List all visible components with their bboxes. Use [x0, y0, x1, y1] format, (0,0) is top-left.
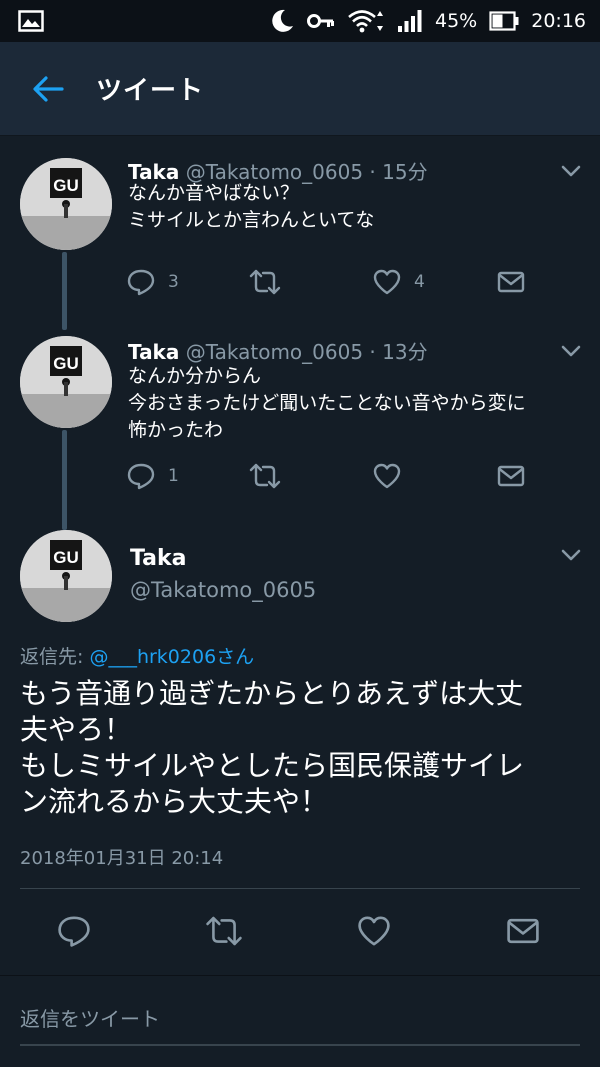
reply-to-line: 返信先: @___hrk0206さん — [20, 642, 254, 669]
tweet-actions: 1 — [126, 459, 556, 493]
battery-icon — [489, 11, 519, 31]
author-handle[interactable]: @Takatomo_0605 — [186, 340, 363, 364]
like-count: 4 — [414, 272, 425, 292]
avatar[interactable]: GU — [20, 530, 112, 622]
reply-count: 1 — [168, 466, 179, 486]
tweet-text-line: もう音通り過ぎたからとりあえずは大丈 — [20, 677, 524, 710]
heart-icon — [373, 269, 401, 295]
tweet-timestamp: 2018年01月31日 20:14 — [20, 848, 224, 869]
retweet-icon — [206, 916, 242, 946]
envelope-icon — [497, 271, 525, 293]
tweet-text-line: もしミサイルやとしたら国民保護サイレ — [20, 749, 525, 782]
like-button[interactable] — [372, 459, 414, 493]
retweet-button[interactable] — [248, 459, 294, 493]
reply-button[interactable]: 3 — [126, 265, 179, 299]
tweet-menu-button[interactable] — [558, 542, 584, 568]
app-bar: ツイート — [0, 42, 600, 136]
reply-button[interactable] — [56, 905, 92, 957]
chevron-down-icon — [561, 549, 581, 561]
retweet-button[interactable] — [248, 265, 294, 299]
heart-icon — [373, 463, 401, 489]
retweet-icon — [249, 269, 281, 295]
page-title: ツイート — [96, 76, 205, 106]
reply-button[interactable]: 1 — [126, 459, 179, 493]
avatar-logo-text: GU — [53, 354, 79, 373]
direct-message-button[interactable] — [505, 905, 541, 957]
tweet-text: なんか音やばない？ ミサイルとか言わんといてな — [128, 180, 568, 234]
status-bar: 45% 20:16 — [0, 0, 600, 42]
direct-message-button[interactable] — [496, 459, 526, 493]
reply-icon — [127, 269, 155, 296]
tweet-header: Taka @Takatomo_0605 · 13分 — [128, 336, 428, 365]
tweet-text-line: 今おさまったけど聞いたことない音やから変に — [128, 392, 526, 414]
reply-input[interactable]: 返信をツイート — [20, 990, 580, 1046]
reply-to-prefix: 返信先: — [20, 646, 90, 668]
main-tweet-actions — [0, 905, 600, 957]
tweet-time: 13分 — [382, 340, 428, 364]
wifi-icon — [348, 10, 383, 33]
reply-compose-area: 返信をツイート — [0, 975, 600, 1067]
tweet-menu-button[interactable] — [558, 338, 584, 364]
avatar-logo-text: GU — [53, 176, 79, 195]
like-button[interactable] — [356, 905, 392, 957]
reply-to-mention-link[interactable]: @___hrk0206さん — [89, 646, 254, 668]
thread-connector-line — [62, 252, 67, 330]
avatar[interactable]: GU — [20, 336, 112, 428]
separator-dot: · — [369, 340, 383, 364]
cellular-signal-icon — [398, 10, 422, 32]
reply-count: 3 — [168, 272, 179, 292]
envelope-icon — [507, 918, 539, 944]
author-name[interactable]: Taka — [130, 546, 187, 571]
battery-percent: 45% — [435, 10, 478, 32]
main-tweet-text: もう音通り過ぎたからとりあえずは大丈 夫やろ！ もしミサイルやとしたら国民保護サ… — [20, 676, 585, 820]
gallery-notification-icon — [18, 10, 44, 32]
retweet-button[interactable] — [204, 905, 244, 957]
tweet-text-line: 夫やろ！ — [20, 713, 133, 746]
author-handle[interactable]: @Takatomo_0605 — [130, 578, 316, 602]
like-button[interactable]: 4 — [372, 265, 425, 299]
clock: 20:16 — [531, 10, 586, 32]
tweet-text-line: なんか分からん — [128, 365, 262, 387]
reply-icon — [58, 916, 90, 947]
tweet-text-line: なんか音やばない？ — [128, 182, 300, 204]
vpn-key-icon — [307, 14, 334, 28]
direct-message-button[interactable] — [496, 265, 526, 299]
divider — [20, 888, 580, 889]
avatar-image: GU — [20, 336, 112, 428]
tweet-text: なんか分からん 今おさまったけど聞いたことない音やから変に 怖かったわ — [128, 363, 568, 444]
avatar-image: GU — [20, 158, 112, 250]
avatar-logo-text: GU — [53, 548, 79, 567]
envelope-icon — [497, 465, 525, 487]
avatar[interactable]: GU — [20, 158, 112, 250]
retweet-icon — [249, 463, 281, 489]
chevron-down-icon — [561, 345, 581, 357]
tweet-text-line: ン流れるから大丈夫や！ — [20, 785, 329, 818]
thread-connector-line — [62, 430, 67, 530]
heart-icon — [358, 916, 390, 946]
back-arrow-icon — [33, 75, 64, 102]
author-name[interactable]: Taka — [128, 340, 179, 364]
tweet-actions: 3 4 — [126, 265, 556, 299]
reply-icon — [127, 463, 155, 490]
back-button[interactable] — [0, 42, 96, 136]
do-not-disturb-moon-icon — [272, 9, 293, 32]
avatar-image: GU — [20, 530, 112, 622]
tweet-text-line: ミサイルとか言わんといてな — [128, 209, 375, 231]
tweet-text-line: 怖かったわ — [128, 419, 224, 441]
